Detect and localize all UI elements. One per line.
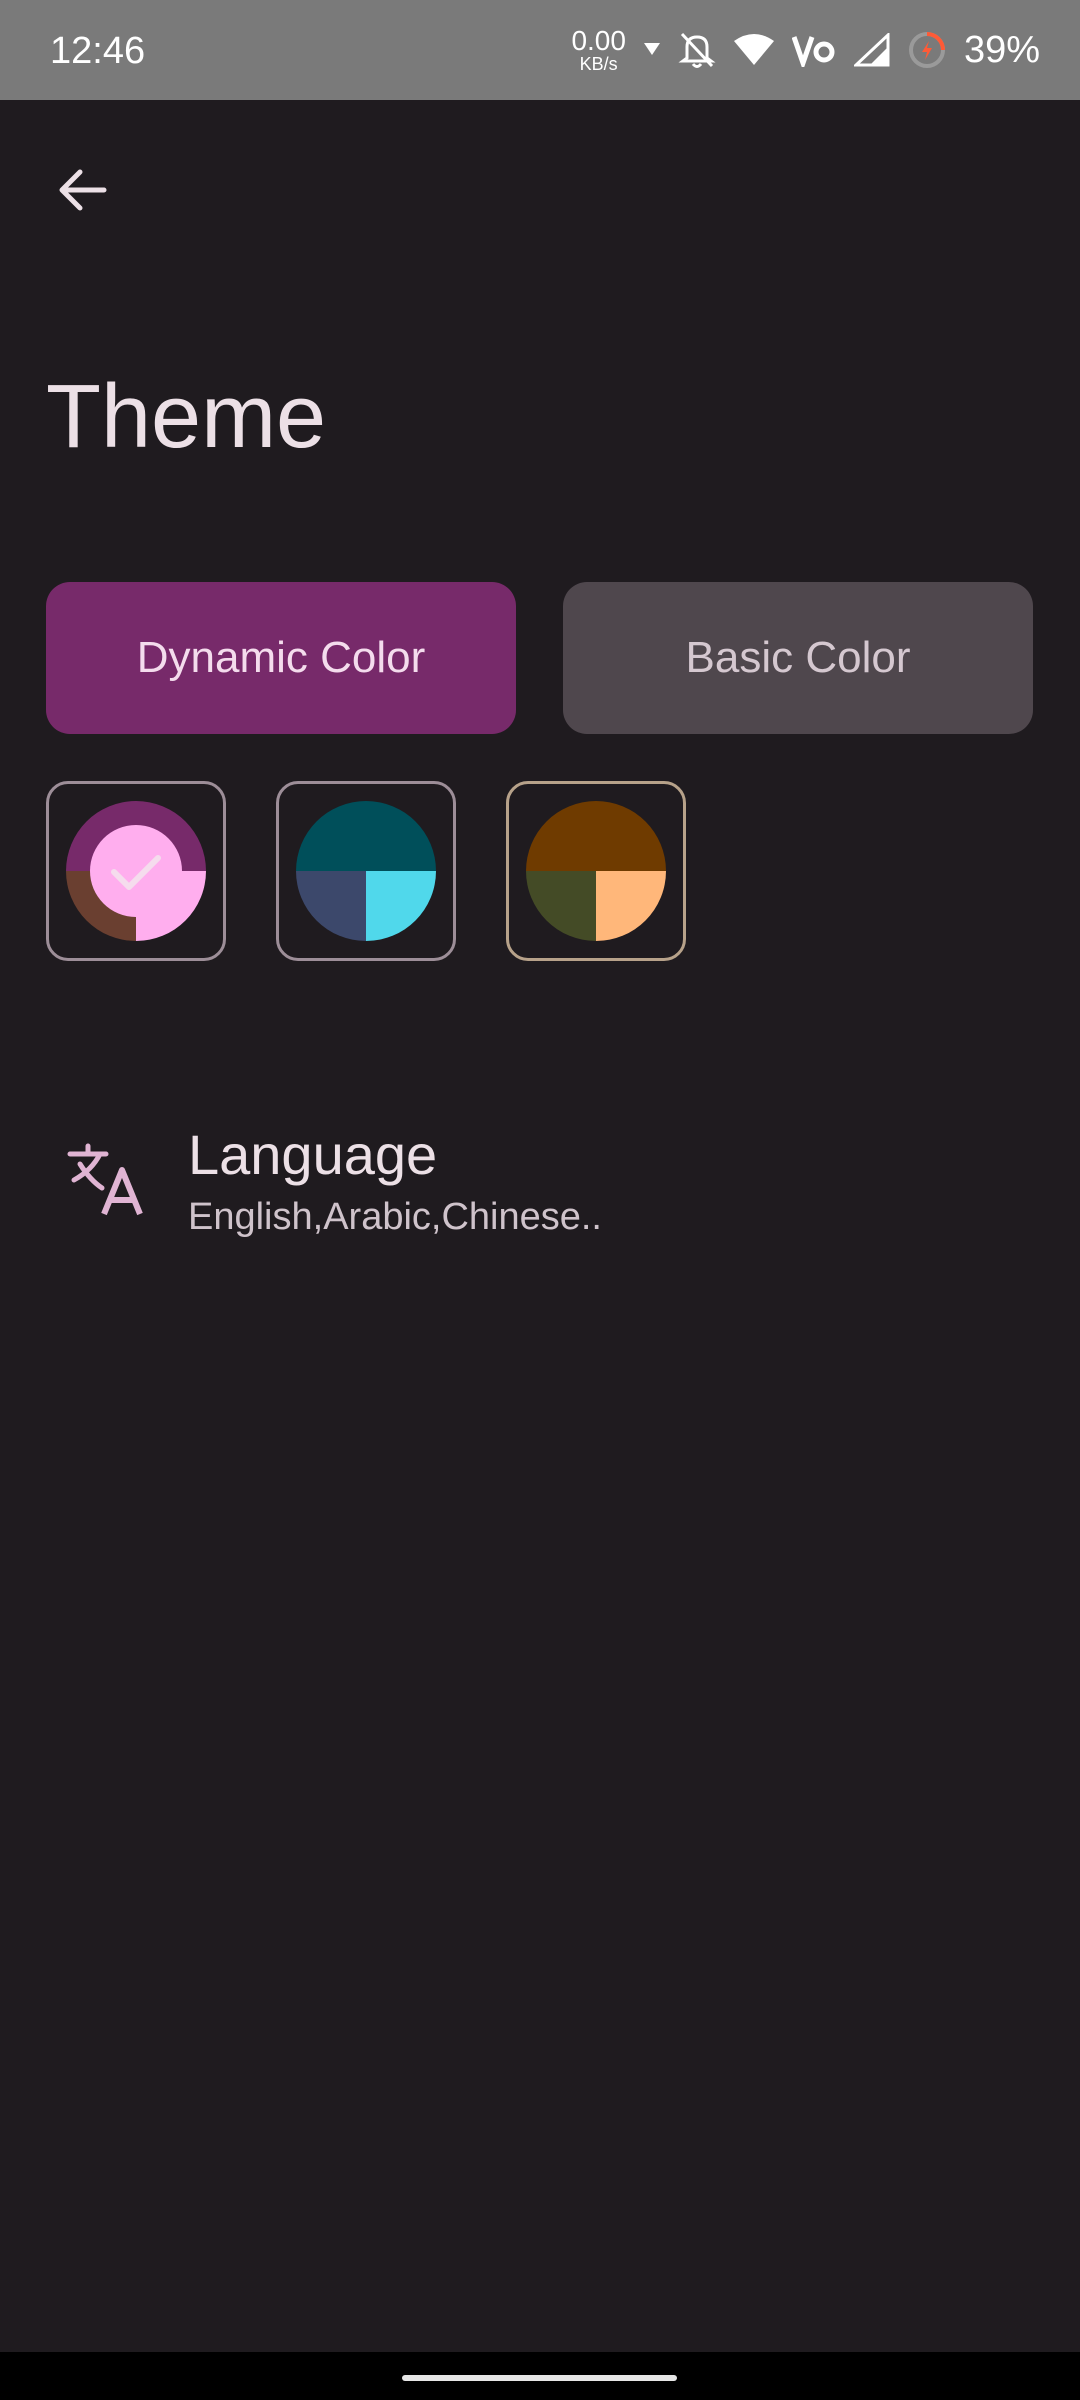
palette-swatch-1[interactable] [46, 781, 226, 961]
palette-swatch-3-circle [526, 801, 666, 941]
arrow-left-icon [56, 166, 108, 219]
net-speed-unit: KB/s [579, 54, 618, 74]
status-icons: 0.00 KB/s 39% [571, 22, 1040, 78]
battery-percent: 39% [963, 28, 1040, 71]
status-time: 12:46 [50, 30, 146, 72]
palette-swatch-3[interactable] [506, 781, 686, 961]
bell-off-icon [678, 30, 716, 70]
battery-saver-icon [908, 31, 946, 69]
palette-swatch-2[interactable] [276, 781, 456, 961]
language-subtitle: English,Arabic,Chinese.. [188, 1196, 602, 1238]
language-setting[interactable]: Language English,Arabic,Chinese.. [46, 1100, 1036, 1240]
palette-swatch-1-circle [66, 801, 206, 941]
basic-color-button[interactable]: Basic Color [563, 582, 1033, 734]
signal-icon [853, 33, 890, 67]
page-title: Theme [46, 367, 327, 467]
net-speed: 0.00 KB/s [571, 25, 626, 74]
language-title: Language [188, 1123, 438, 1186]
translate-icon [66, 1140, 146, 1220]
volte-icon [791, 33, 836, 67]
download-arrow-icon [643, 43, 660, 57]
palette-swatch-2-circle [296, 801, 436, 941]
status-bar: 12:46 0.00 KB/s 39% [0, 0, 1080, 100]
dynamic-color-button[interactable]: Dynamic Color [46, 582, 516, 734]
home-gesture-handle[interactable] [402, 2375, 677, 2381]
back-button[interactable] [40, 150, 124, 234]
navigation-bar [0, 2352, 1080, 2400]
wifi-icon [733, 33, 774, 67]
net-speed-value: 0.00 [571, 25, 626, 56]
